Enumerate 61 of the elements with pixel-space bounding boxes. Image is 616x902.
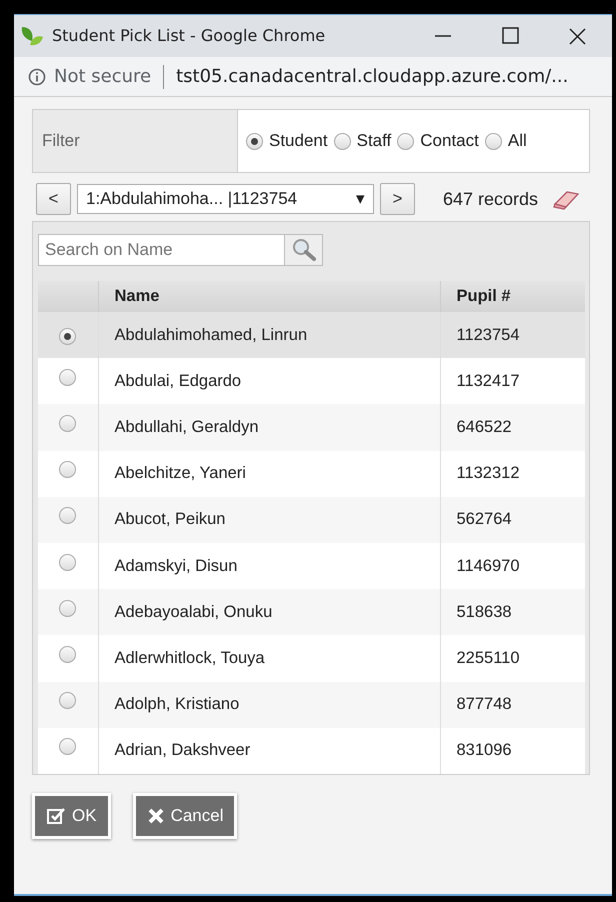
table-cell: 562764 (440, 496, 585, 543)
close-icon (146, 806, 165, 825)
security-label: Not secure (54, 65, 152, 89)
cancel-button[interactable]: Cancel (132, 792, 238, 839)
radio-button[interactable] (484, 132, 502, 150)
table-cell: 1146970 (440, 542, 585, 590)
radio-button[interactable] (397, 132, 414, 150)
radio-label[interactable]: Staff (356, 128, 392, 154)
table-cell: 518638 (440, 589, 585, 636)
row-radio-button[interactable] (59, 368, 76, 386)
row-radio-button[interactable] (59, 692, 76, 710)
table-cell: Adamskyi, Disun (98, 542, 440, 590)
row-radio-button[interactable] (59, 600, 76, 617)
row-radio-button[interactable] (59, 507, 76, 524)
table-cell: 1123754 (440, 312, 585, 358)
table-cell: 2255110 (440, 635, 585, 682)
eraser-icon[interactable] (552, 188, 580, 211)
table-cell: Adolph, Kristiano (98, 682, 440, 728)
column-header: Name (98, 281, 440, 312)
table-cell: 1132417 (440, 358, 585, 404)
table-cell: Adebayoalabi, Onuku (98, 589, 440, 636)
info-icon[interactable] (28, 68, 46, 86)
app-logo-icon (20, 25, 44, 47)
checkbox-icon (46, 806, 66, 826)
row-radio-button[interactable] (59, 328, 76, 345)
search-button[interactable] (285, 234, 323, 266)
table-cell: Abdulai, Edgardo (98, 358, 440, 404)
table-cell: 877748 (440, 682, 585, 728)
search-field[interactable]: Search on Name (38, 234, 285, 266)
table-cell: Adlerwhitlock, Touya (98, 635, 440, 682)
record-count: 647 records (443, 188, 538, 210)
url-text[interactable]: tst05.canadacentral.cloudapp.azure.com/... (176, 63, 568, 90)
dropdown-value: 1:Abdulahimoha... |1123754 (86, 188, 298, 210)
ok-button[interactable]: OK (32, 792, 111, 839)
record-dropdown[interactable]: 1:Abdulahimoha... |1123754 ▾ (77, 184, 374, 214)
table-cell: 1132312 (440, 450, 585, 497)
row-radio-button[interactable] (59, 554, 76, 571)
row-radio-button[interactable] (59, 415, 76, 432)
column-header: Pupil # (440, 281, 585, 312)
radio-button[interactable] (334, 132, 351, 150)
table-cell: 831096 (440, 728, 585, 774)
filter-label: Filter (33, 110, 238, 172)
search-icon (290, 238, 316, 262)
header-cell (38, 281, 98, 312)
radio-label[interactable]: Student (269, 128, 328, 154)
row-radio-button[interactable] (59, 461, 76, 478)
next-button[interactable]: > (380, 183, 415, 215)
table-cell: Abelchitze, Yaneri (98, 450, 440, 497)
row-radio-button[interactable] (59, 646, 76, 664)
table-cell: Adrian, Dakshveer (98, 728, 440, 774)
table-cell: 646522 (440, 404, 585, 451)
table-cell: Abdulahimohamed, Linrun (98, 312, 440, 358)
table-cell: Abucot, Peikun (98, 496, 440, 543)
radio-button[interactable] (246, 132, 263, 150)
dropdown-arrow: ▾ (356, 188, 365, 210)
radio-label[interactable]: Contact (420, 128, 479, 154)
previous-button[interactable]: < (36, 183, 71, 215)
window-title: Student Pick List - Google Chrome (52, 25, 326, 47)
radio-label[interactable]: All (508, 128, 527, 154)
table-cell: Abdullahi, Geraldyn (98, 404, 440, 451)
row-radio-button[interactable] (59, 738, 76, 756)
